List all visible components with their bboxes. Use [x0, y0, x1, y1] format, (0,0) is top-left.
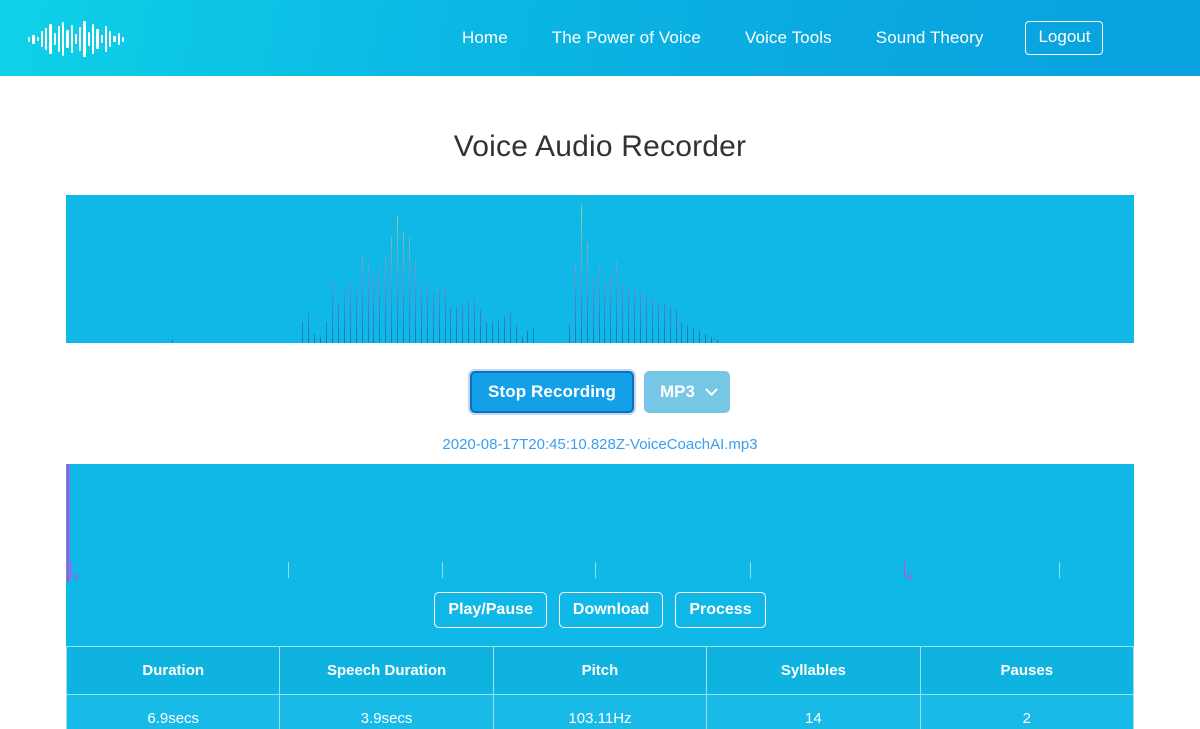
waveform-logo-bar	[70, 25, 73, 53]
cell-speech-duration: 3.9secs	[279, 694, 494, 729]
waveform-player: 05 Play/Pause Download Process	[66, 464, 1134, 646]
cell-pauses: 2	[919, 694, 1135, 729]
waveform-region[interactable]: 05	[66, 464, 1134, 582]
download-button[interactable]: Download	[558, 592, 664, 628]
timeline-label: 5	[907, 572, 913, 582]
waveform-logo-bar	[62, 22, 65, 56]
waveform-logo-bar	[91, 24, 95, 54]
waveform-logo-bar	[113, 36, 116, 42]
page-title: Voice Audio Recorder	[453, 130, 747, 163]
waveform-logo-bar	[96, 29, 99, 49]
waveform-logo-bar	[40, 31, 44, 47]
waveform-logo-bar	[74, 34, 78, 44]
format-select-value: MP3	[660, 382, 695, 401]
nav-link-voice-tools[interactable]: Voice Tools	[723, 28, 854, 48]
nav-links: Home The Power of Voice Voice Tools Soun…	[440, 0, 1104, 76]
waveform-logo-bar	[109, 31, 112, 47]
visualizer-bars	[66, 195, 1134, 343]
column-header-syllables: Syllables	[706, 646, 921, 695]
waveform-logo-bar	[32, 34, 35, 44]
column-header-pauses: Pauses	[919, 646, 1135, 695]
format-select[interactable]: MP3	[644, 371, 730, 413]
waveform-logo-bar	[79, 27, 82, 51]
cell-pitch: 103.11Hz	[492, 694, 708, 729]
waveform-logo-bar	[53, 33, 56, 45]
column-header-speech-duration: Speech Duration	[279, 646, 494, 695]
waveform-logo-bar	[117, 33, 120, 45]
column-header-pitch: Pitch	[492, 646, 708, 695]
column-header-duration: Duration	[65, 646, 281, 695]
chevron-down-icon	[705, 382, 718, 396]
timeline-tick	[595, 562, 596, 578]
audio-waveform-icon[interactable]	[28, 20, 125, 58]
table-row: 6.9secs 3.9secs 103.11Hz 14 2	[65, 694, 1135, 729]
recording-filename[interactable]: 2020-08-17T20:45:10.828Z-VoiceCoachAI.mp…	[0, 436, 1200, 453]
waveform-logo-bar	[49, 24, 52, 54]
navbar: Home The Power of Voice Voice Tools Soun…	[0, 0, 1200, 76]
waveform-logo-bar	[104, 26, 108, 52]
cell-duration: 6.9secs	[65, 694, 281, 729]
waveform-bars	[66, 464, 1134, 560]
timeline-tick	[70, 562, 71, 578]
process-button[interactable]: Process	[675, 592, 766, 628]
waveform-logo-bar	[83, 21, 86, 57]
record-controls: Stop Recording MP3	[0, 371, 1200, 413]
waveform-logo-bar	[36, 37, 39, 41]
waveform-logo-bar	[57, 26, 61, 52]
timeline-label: 0	[73, 572, 79, 582]
table-header-row: Duration Speech Duration Pitch Syllables…	[65, 646, 1135, 695]
stop-recording-button[interactable]: Stop Recording	[470, 371, 634, 413]
timeline-tick	[750, 562, 751, 578]
timeline-tick	[1059, 562, 1060, 578]
waveform-timeline: 05	[66, 556, 1134, 582]
logout-button[interactable]: Logout	[1025, 21, 1104, 55]
waveform-logo-bar	[87, 32, 90, 46]
nav-link-sound-theory[interactable]: Sound Theory	[854, 28, 1006, 48]
timeline-tick	[904, 562, 905, 578]
page-content: Voice Audio Recorder Stop Recording MP3 …	[0, 130, 1200, 729]
audio-visualizer	[66, 195, 1134, 343]
play-pause-button[interactable]: Play/Pause	[434, 592, 547, 628]
timeline-tick	[288, 562, 289, 578]
waveform-logo-bar	[121, 36, 125, 42]
nav-link-the-power-of-voice[interactable]: The Power of Voice	[530, 28, 723, 48]
cell-syllables: 14	[706, 694, 921, 729]
nav-link-home[interactable]: Home	[440, 28, 530, 48]
timeline-tick	[442, 562, 443, 578]
stats-table: Duration Speech Duration Pitch Syllables…	[65, 646, 1135, 729]
player-buttons: Play/Pause Download Process	[66, 582, 1134, 646]
waveform-logo-bar	[66, 30, 69, 48]
waveform-logo-bar	[100, 35, 103, 43]
waveform-logo-bar	[28, 36, 31, 42]
waveform-logo-bar	[45, 28, 48, 50]
